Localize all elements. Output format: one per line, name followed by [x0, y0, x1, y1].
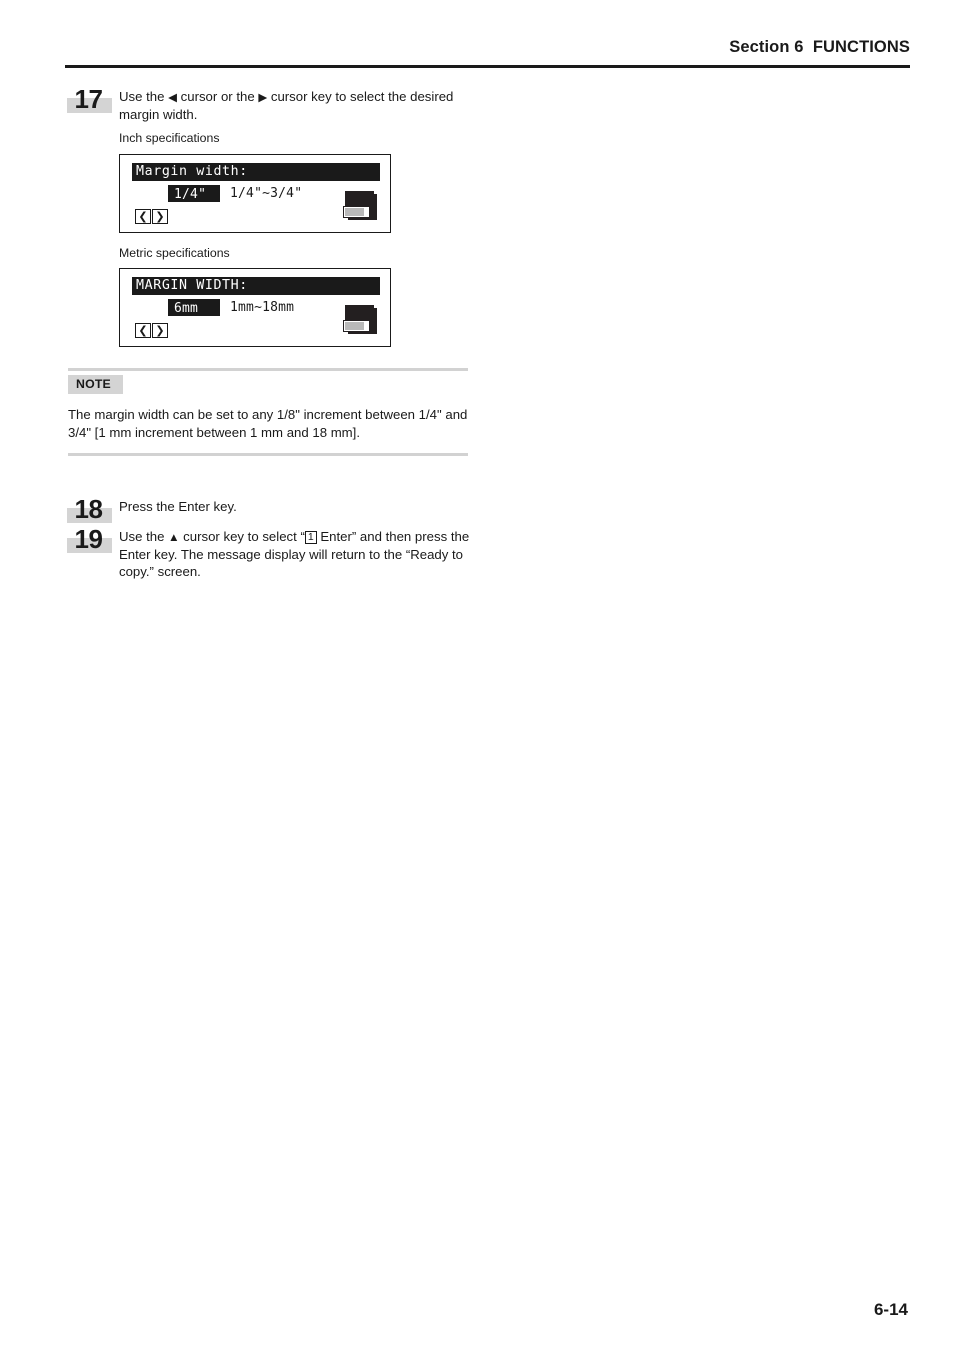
chevron-right-icon: ❯ [155, 210, 165, 223]
chevron-left-icon: ❮ [138, 324, 148, 337]
step-number-text: 19 [74, 524, 103, 554]
lcd-panel-inch: Margin width: 1/4" 1/4"~3/4" ❮ ❯ [119, 154, 391, 233]
note-badge-label: NOTE [76, 377, 111, 391]
header-rule [65, 65, 910, 68]
lcd-inch-value-text: 1/4" [174, 187, 207, 202]
drum-cartridge-icon-fill [345, 208, 364, 216]
lcd-metric-range: 1mm~18mm [230, 300, 295, 315]
cursor-right-key[interactable]: ❯ [152, 209, 168, 224]
step-17-text: Use the ◀ cursor or the ▶ cursor key to … [119, 88, 479, 123]
note-text: The margin width can be set to any 1/8" … [68, 407, 468, 440]
lcd-inch-title: Margin width: [136, 164, 248, 179]
up-arrow-icon: ▲ [168, 532, 180, 544]
lcd-panel-metric: MARGIN WIDTH: 6mm 1mm~18mm ❮ ❯ [119, 268, 391, 347]
lcd-inch-arrow-keys: ❮ ❯ [135, 209, 168, 224]
chevron-left-icon: ❮ [138, 210, 148, 223]
lcd-inch-selected-value[interactable]: 1/4" [168, 185, 220, 202]
step-number-text: 18 [74, 494, 103, 524]
step-19-text-b: cursor key to select “ [179, 529, 305, 544]
note-badge: NOTE [68, 375, 123, 394]
panel-0-caption: Inch specifications [119, 131, 220, 145]
step-19-text: Use the ▲ cursor key to select “1 Enter”… [119, 528, 479, 581]
page-title: Section 6 FUNCTIONS [729, 38, 910, 56]
lcd-metric-title: MARGIN WIDTH: [136, 278, 248, 293]
lcd-inch-range: 1/4"~3/4" [230, 186, 303, 201]
lcd-metric-value-text: 6mm [174, 301, 199, 316]
page-header: Section 6 FUNCTIONS [65, 38, 910, 68]
lcd-metric-selected-value[interactable]: 6mm [168, 299, 220, 316]
right-arrow-icon: ▶ [258, 92, 268, 104]
panel-1-caption: Metric specifications [119, 246, 230, 260]
boxed-key-1: 1 [304, 530, 317, 544]
drum-cartridge-icon [343, 305, 377, 335]
step-18-text: Press the Enter key. [119, 499, 237, 514]
page-footer: 6-14 [874, 1300, 908, 1320]
cursor-right-key[interactable]: ❯ [152, 323, 168, 338]
step-17-number: 17 [65, 84, 112, 116]
drum-cartridge-icon-fill [345, 322, 364, 330]
lcd-inch-titlebar: Margin width: [132, 163, 380, 181]
note-rule-bottom [68, 453, 468, 456]
step-number-text: 17 [74, 84, 103, 114]
step-19-text-a: Use the [119, 529, 169, 544]
page-number: 6-14 [873, 1300, 908, 1319]
step-17-text-b: cursor or the [176, 89, 259, 104]
step-19-number: 19 [65, 524, 112, 556]
note-rule-top [68, 368, 468, 371]
chevron-right-icon: ❯ [155, 324, 165, 337]
step-18-number: 18 [65, 494, 112, 526]
lcd-metric-titlebar: MARGIN WIDTH: [132, 277, 380, 295]
cursor-left-key[interactable]: ❮ [135, 209, 151, 224]
cursor-left-key[interactable]: ❮ [135, 323, 151, 338]
left-arrow-icon: ◀ [168, 92, 177, 104]
step-17-text-a: Use the [119, 89, 169, 104]
drum-cartridge-icon [343, 191, 377, 221]
lcd-metric-arrow-keys: ❮ ❯ [135, 323, 168, 338]
